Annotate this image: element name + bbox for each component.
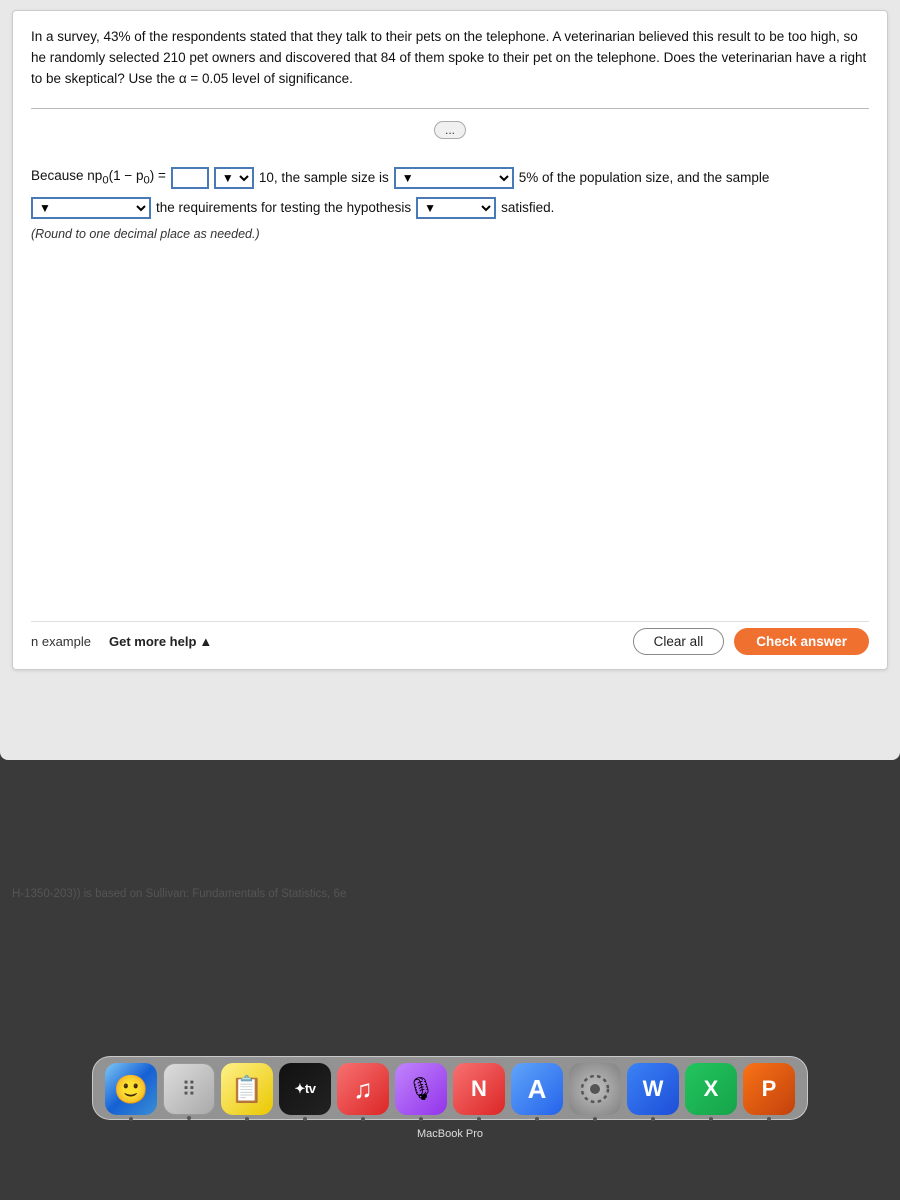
dock-podcasts[interactable]: 🎙: [395, 1063, 447, 1115]
formula-row-1: Because np0(1 − p0) = ▼ ≥ ≤ > < 10, the …: [31, 167, 869, 189]
dock-appletv[interactable]: ✦tv: [279, 1063, 331, 1115]
dock-powerpoint[interactable]: P: [743, 1063, 795, 1115]
formula-label: Because np0(1 − p0) =: [31, 168, 166, 187]
satisfied-dropdown[interactable]: ▼ are are not: [416, 197, 496, 219]
get-more-help-button[interactable]: Get more help ▲: [109, 634, 212, 649]
dock-finder[interactable]: 🙂: [105, 1063, 157, 1115]
bottom-right: Clear all Check answer: [633, 628, 869, 655]
divider: [31, 108, 869, 109]
dock-area: 🙂 ⠿ 📋 ✦tv ♫ 🎙 N: [0, 1056, 900, 1140]
dock-recents[interactable]: ⠿: [163, 1063, 215, 1115]
question-text: In a survey, 43% of the respondents stat…: [31, 27, 869, 90]
dock-system-prefs[interactable]: [569, 1063, 621, 1115]
formula-row-2: ▼ less than greater than equal to not eq…: [31, 197, 869, 219]
clear-all-button[interactable]: Clear all: [633, 628, 725, 655]
population-dropdown[interactable]: ▼ less than greater than equal to not eq…: [31, 197, 151, 219]
bottom-left: n example Get more help ▲: [31, 634, 212, 649]
dock-excel[interactable]: X: [685, 1063, 737, 1115]
chevron-up-icon: ▲: [199, 634, 212, 649]
main-content: In a survey, 43% of the respondents stat…: [0, 0, 900, 760]
round-note: (Round to one decimal place as needed.): [31, 227, 869, 241]
check-answer-button[interactable]: Check answer: [734, 628, 869, 655]
dock-news[interactable]: N: [453, 1063, 505, 1115]
n-example-link[interactable]: n example: [31, 634, 91, 649]
suffix1-label: 5% of the population size, and the sampl…: [519, 170, 770, 185]
footer-text: H-1350-203)) is based on Sullivan: Funda…: [12, 888, 346, 900]
dock-label: MacBook Pro: [417, 1128, 483, 1140]
suffix2-label: the requirements for testing the hypothe…: [156, 200, 411, 215]
bottom-bar: n example Get more help ▲ Clear all Chec…: [31, 621, 869, 657]
comparison-dropdown[interactable]: ▼ ≥ ≤ > <: [214, 167, 254, 189]
more-options-button[interactable]: ...: [434, 121, 466, 139]
question-panel: In a survey, 43% of the respondents stat…: [12, 10, 888, 670]
threshold-label: 10, the sample size is: [259, 170, 389, 185]
formula-input[interactable]: [171, 167, 209, 189]
dock-word[interactable]: W: [627, 1063, 679, 1115]
dock: 🙂 ⠿ 📋 ✦tv ♫ 🎙 N: [92, 1056, 808, 1120]
dock-music[interactable]: ♫: [337, 1063, 389, 1115]
dock-translate[interactable]: A: [511, 1063, 563, 1115]
sample-size-dropdown[interactable]: ▼ less than greater than equal to: [394, 167, 514, 189]
suffix3-label: satisfied.: [501, 200, 554, 215]
dock-notes[interactable]: 📋: [221, 1063, 273, 1115]
